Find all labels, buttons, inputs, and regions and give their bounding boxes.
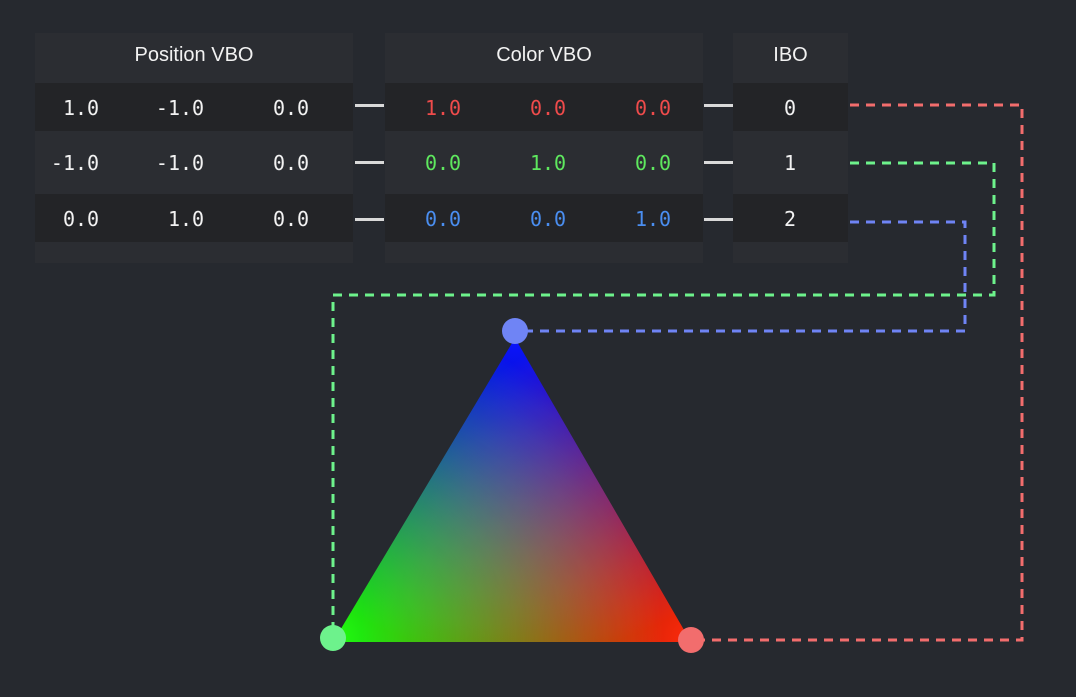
index-0-path	[700, 103, 1024, 642]
vertex-right-red	[678, 627, 704, 653]
triangle-blue-layer	[333, 338, 691, 642]
triangle-diagram	[320, 103, 1024, 653]
index-2-path	[525, 220, 967, 333]
vertex-top-blue	[502, 318, 528, 344]
vertex-left-green	[320, 625, 346, 651]
